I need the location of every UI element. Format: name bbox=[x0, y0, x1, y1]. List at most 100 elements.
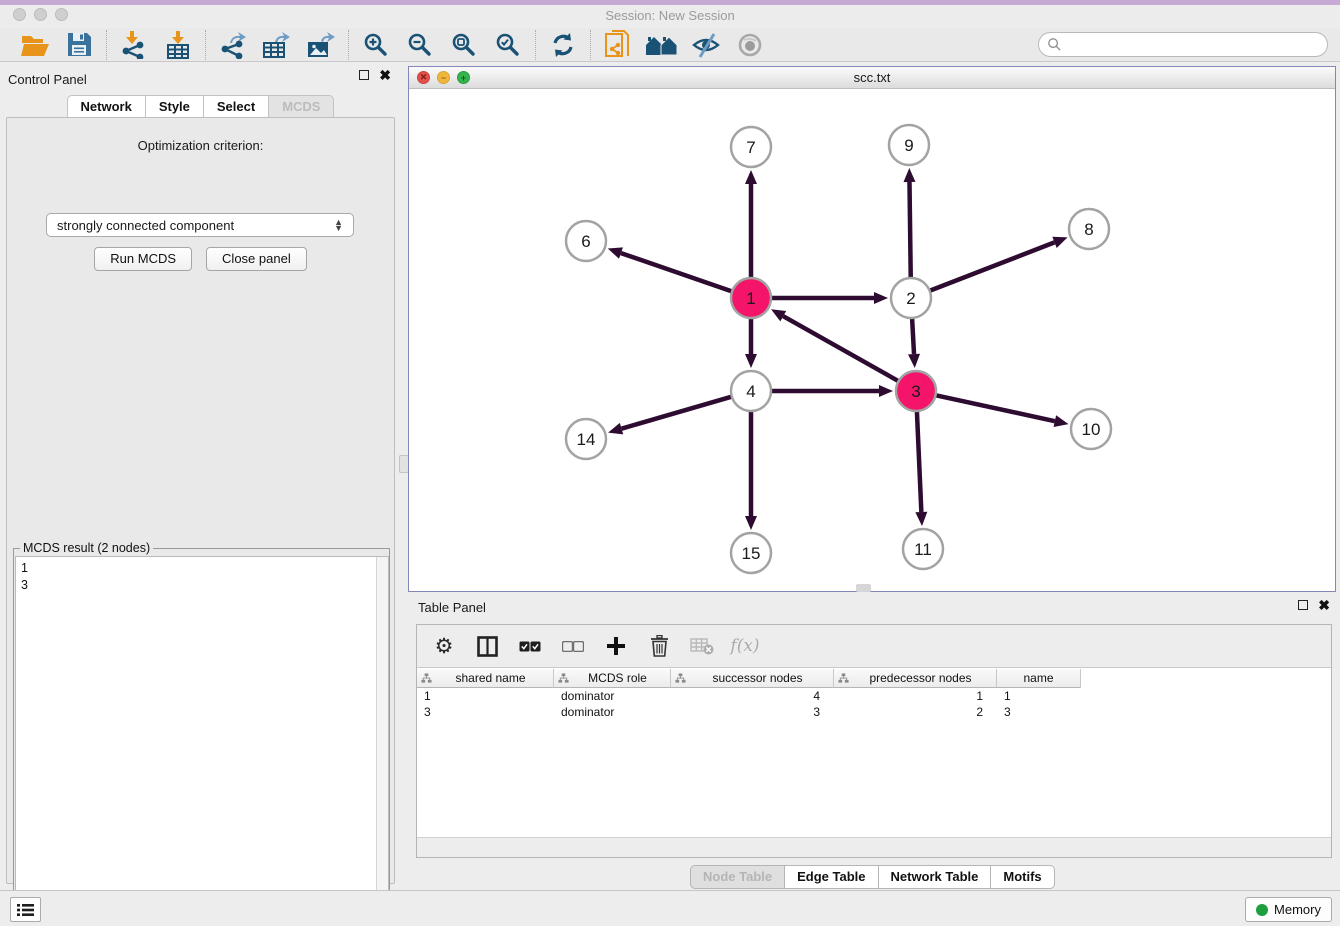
network-window-titlebar[interactable]: ✕ − + scc.txt bbox=[409, 67, 1335, 89]
run-mcds-button[interactable]: Run MCDS bbox=[94, 247, 192, 271]
close-panel-button[interactable]: Close panel bbox=[206, 247, 307, 271]
graph-edge-4-14[interactable] bbox=[608, 396, 734, 434]
tab-motifs[interactable]: Motifs bbox=[990, 865, 1054, 889]
optimization-criterion-select[interactable]: strongly connected component ▲▼ bbox=[46, 213, 354, 237]
result-scrollbar[interactable] bbox=[376, 557, 388, 918]
task-history-button[interactable] bbox=[10, 897, 41, 922]
cell-mcds-role[interactable]: dominator bbox=[554, 704, 671, 720]
column-header-shared-name[interactable]: shared name bbox=[417, 669, 554, 688]
tab-select[interactable]: Select bbox=[203, 95, 269, 119]
table-row[interactable]: 1 dominator 4 1 1 bbox=[417, 688, 1331, 704]
column-view-icon[interactable] bbox=[474, 633, 500, 659]
cell-mcds-role[interactable]: dominator bbox=[554, 688, 671, 704]
graph-edge-3-10[interactable] bbox=[934, 395, 1069, 427]
graph-node-11[interactable]: 11 bbox=[903, 529, 943, 569]
mcds-result-area[interactable]: 1 3 bbox=[15, 556, 389, 919]
graph-edge-1-6[interactable] bbox=[608, 247, 734, 292]
cell-name[interactable]: 3 bbox=[997, 704, 1081, 720]
table-settings-icon[interactable]: ⚙ bbox=[431, 633, 457, 659]
column-header-name[interactable]: name bbox=[997, 669, 1081, 688]
import-network-icon[interactable] bbox=[117, 30, 151, 60]
table-toolbar: ⚙ f(x) bbox=[417, 625, 1331, 668]
graph-node-6[interactable]: 6 bbox=[566, 221, 606, 261]
tab-network-table[interactable]: Network Table bbox=[878, 865, 992, 889]
delete-table-icon[interactable] bbox=[689, 633, 715, 659]
graph-node-2[interactable]: 2 bbox=[891, 278, 931, 318]
graph-edge-3-11[interactable] bbox=[915, 409, 927, 526]
graph-node-3[interactable]: 3 bbox=[896, 371, 936, 411]
tab-mcds[interactable]: MCDS bbox=[268, 95, 334, 119]
mcds-result-title: MCDS result (2 nodes) bbox=[20, 541, 153, 555]
zoom-in-icon[interactable] bbox=[359, 30, 393, 60]
function-builder-icon[interactable]: f(x) bbox=[732, 633, 758, 659]
graph-node-9[interactable]: 9 bbox=[889, 125, 929, 165]
horizontal-splitter-grip[interactable] bbox=[856, 584, 871, 592]
session-title: Session: New Session bbox=[0, 8, 1340, 23]
cell-name[interactable]: 1 bbox=[997, 688, 1081, 704]
import-table-icon[interactable] bbox=[161, 30, 195, 60]
save-session-icon[interactable] bbox=[62, 30, 96, 60]
float-panel-icon[interactable] bbox=[359, 70, 369, 80]
memory-button[interactable]: Memory bbox=[1245, 897, 1332, 922]
cell-successor-nodes[interactable]: 4 bbox=[671, 688, 834, 704]
add-column-icon[interactable] bbox=[603, 633, 629, 659]
list-icon bbox=[17, 903, 34, 917]
delete-column-icon[interactable] bbox=[646, 633, 672, 659]
table-row[interactable]: 3 dominator 3 2 3 bbox=[417, 704, 1331, 720]
cell-predecessor-nodes[interactable]: 1 bbox=[834, 688, 997, 704]
vertical-splitter[interactable] bbox=[401, 62, 408, 890]
cell-shared-name[interactable]: 3 bbox=[417, 704, 554, 720]
close-panel-icon[interactable]: ✖ bbox=[379, 70, 391, 80]
tab-edge-table[interactable]: Edge Table bbox=[784, 865, 878, 889]
search-icon bbox=[1047, 37, 1062, 52]
graph-node-14[interactable]: 14 bbox=[566, 419, 606, 459]
cell-successor-nodes[interactable]: 3 bbox=[671, 704, 834, 720]
column-header-predecessor-nodes[interactable]: predecessor nodes bbox=[834, 669, 997, 688]
clone-network-icon[interactable] bbox=[601, 30, 635, 60]
zoom-selected-icon[interactable] bbox=[491, 30, 525, 60]
graph-edge-2-9[interactable] bbox=[903, 168, 915, 280]
graph-node-4[interactable]: 4 bbox=[731, 371, 771, 411]
graph-edge-1-7[interactable] bbox=[745, 170, 757, 280]
graph-edge-1-2[interactable] bbox=[769, 292, 888, 304]
graph-node-15[interactable]: 15 bbox=[731, 533, 771, 573]
refresh-icon[interactable] bbox=[546, 30, 580, 60]
float-table-panel-icon[interactable] bbox=[1298, 600, 1308, 610]
export-table-icon[interactable] bbox=[260, 30, 294, 60]
cell-predecessor-nodes[interactable]: 2 bbox=[834, 704, 997, 720]
graph-node-8[interactable]: 8 bbox=[1069, 209, 1109, 249]
graph-node-7[interactable]: 7 bbox=[731, 127, 771, 167]
close-table-panel-icon[interactable]: ✖ bbox=[1318, 600, 1330, 610]
export-network-icon[interactable] bbox=[216, 30, 250, 60]
show-all-icon[interactable] bbox=[733, 30, 767, 60]
select-all-icon[interactable] bbox=[517, 633, 543, 659]
zoom-fit-icon[interactable] bbox=[447, 30, 481, 60]
zoom-out-icon[interactable] bbox=[403, 30, 437, 60]
graph-edge-3-1[interactable] bbox=[771, 309, 900, 382]
table-frame: ⚙ f(x) sh bbox=[416, 624, 1332, 858]
network-canvas[interactable]: 1 2 3 4 6 7 8 9 10 11 14 15 bbox=[409, 89, 1335, 591]
tab-network[interactable]: Network bbox=[67, 95, 146, 119]
export-image-icon[interactable] bbox=[304, 30, 338, 60]
search-input[interactable] bbox=[1038, 32, 1328, 57]
memory-label: Memory bbox=[1274, 902, 1321, 917]
graph-edge-2-8[interactable] bbox=[928, 237, 1068, 292]
open-session-icon[interactable] bbox=[18, 30, 52, 60]
tab-node-table[interactable]: Node Table bbox=[690, 865, 785, 889]
deselect-all-icon[interactable] bbox=[560, 633, 586, 659]
graph-node-1[interactable]: 1 bbox=[731, 278, 771, 318]
graph-edge-4-3[interactable] bbox=[769, 385, 893, 397]
graph-edge-4-15[interactable] bbox=[745, 409, 757, 530]
column-header-mcds-role[interactable]: MCDS role bbox=[554, 669, 671, 688]
cell-shared-name[interactable]: 1 bbox=[417, 688, 554, 704]
graph-node-10[interactable]: 10 bbox=[1071, 409, 1111, 449]
graph-edge-2-3[interactable] bbox=[908, 316, 920, 368]
hide-selected-icon[interactable] bbox=[689, 30, 723, 60]
tab-style[interactable]: Style bbox=[145, 95, 204, 119]
control-panel-tabs: Network Style Select MCDS bbox=[0, 95, 401, 119]
svg-text:14: 14 bbox=[577, 430, 596, 449]
svg-text:8: 8 bbox=[1084, 220, 1093, 239]
first-neighbors-icon[interactable] bbox=[645, 30, 679, 60]
column-header-successor-nodes[interactable]: successor nodes bbox=[671, 669, 834, 688]
graph-edge-1-4[interactable] bbox=[745, 316, 757, 368]
